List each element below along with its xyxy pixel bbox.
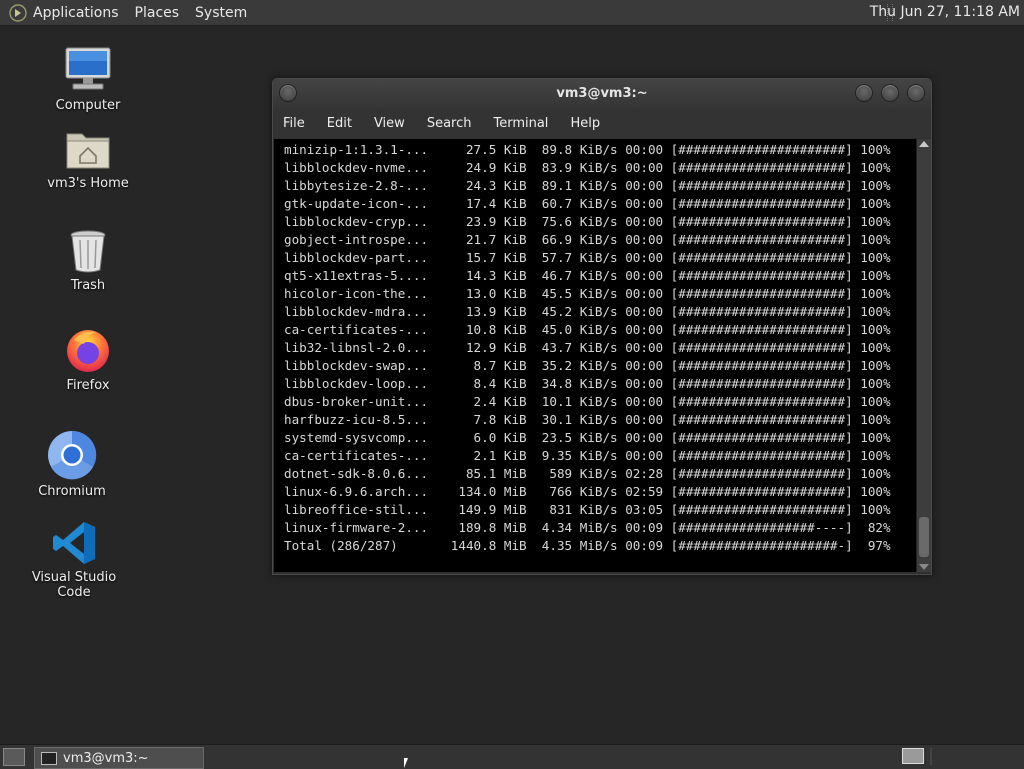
terminal-output[interactable]: minizip-1:1.3.1-... 27.5 KiB 89.8 KiB/s …: [274, 139, 916, 572]
scrollbar[interactable]: [916, 139, 931, 572]
minimize-button[interactable]: [855, 84, 873, 102]
terminal-line: libblockdev-loop... 8.4 KiB 34.8 KiB/s 0…: [284, 376, 891, 391]
menubar: File Edit View Search Terminal Help: [273, 109, 931, 138]
firefox-icon: [67, 330, 109, 372]
taskbar-item-terminal[interactable]: vm3@vm3:~: [34, 747, 204, 769]
titlebar[interactable]: vm3@vm3:~: [273, 79, 931, 109]
scrollbar-thumb[interactable]: [919, 517, 929, 557]
trash-icon: [70, 230, 106, 273]
terminal-line: libreoffice-stil... 149.9 MiB 831 KiB/s …: [284, 502, 891, 517]
maximize-button[interactable]: [881, 84, 899, 102]
desktop-icon-label: Trash: [70, 278, 106, 293]
terminal-line: hicolor-icon-the... 13.0 KiB 45.5 KiB/s …: [284, 286, 891, 301]
terminal-icon: [41, 751, 57, 765]
desktop-icon-label: Visual Studio Code: [31, 570, 117, 600]
desktop-icon-vscode[interactable]: Visual Studio Code: [14, 520, 134, 600]
scroll-up-arrow-icon[interactable]: [919, 141, 929, 147]
chromium-icon: [48, 430, 97, 480]
terminal-text: minizip-1:1.3.1-... 27.5 KiB 89.8 KiB/s …: [284, 141, 891, 555]
terminal-line: libbytesize-2.8-... 24.3 KiB 89.1 KiB/s …: [284, 178, 891, 193]
terminal-line: gobject-introspe... 21.7 KiB 66.9 KiB/s …: [284, 232, 891, 247]
desktop-icon-chromium[interactable]: Chromium: [32, 430, 112, 499]
terminal-line: ca-certificates-... 10.8 KiB 45.0 KiB/s …: [284, 322, 891, 337]
scroll-down-arrow-icon[interactable]: [919, 564, 929, 570]
terminal-line: ca-certificates-... 2.1 KiB 9.35 KiB/s 0…: [284, 448, 891, 463]
terminal-line: dbus-broker-unit... 2.4 KiB 10.1 KiB/s 0…: [284, 394, 891, 409]
desktop-icon-trash[interactable]: Trash: [48, 228, 128, 293]
desktop-icon-label: Computer: [55, 98, 121, 113]
terminal-line: minizip-1:1.3.1-... 27.5 KiB 89.8 KiB/s …: [284, 142, 891, 157]
panel-divider: [930, 748, 932, 765]
terminal-line: linux-firmware-2... 189.8 MiB 4.34 MiB/s…: [284, 520, 891, 535]
terminal-line: gtk-update-icon-... 17.4 KiB 60.7 KiB/s …: [284, 196, 891, 211]
desktop-icon-computer[interactable]: Computer: [48, 44, 128, 113]
menu-help[interactable]: Help: [570, 116, 600, 131]
menu-places[interactable]: Places: [135, 5, 180, 21]
close-button[interactable]: [907, 84, 925, 102]
menu-system[interactable]: System: [195, 5, 247, 21]
bottom-panel: vm3@vm3:~: [0, 744, 1024, 769]
desktop-icon-home[interactable]: vm3's Home: [40, 128, 136, 191]
taskbar-item-label: vm3@vm3:~: [63, 750, 149, 766]
desktop-icon-label: vm3's Home: [47, 176, 129, 191]
terminal-window[interactable]: vm3@vm3:~ File Edit View Search Terminal…: [272, 78, 932, 575]
terminal-line: libblockdev-mdra... 13.9 KiB 45.2 KiB/s …: [284, 304, 891, 319]
terminal-line: libblockdev-cryp... 23.9 KiB 75.6 KiB/s …: [284, 214, 891, 229]
terminal-line: libblockdev-nvme... 24.9 KiB 83.9 KiB/s …: [284, 160, 891, 175]
top-panel: Applications Places System Thu Jun 27, 1…: [0, 0, 1024, 26]
terminal-line: lib32-libnsl-2.0... 12.9 KiB 43.7 KiB/s …: [284, 340, 891, 355]
menu-logo-icon[interactable]: [9, 3, 27, 22]
desktop-icon-label: Firefox: [66, 378, 110, 393]
terminal-line: harfbuzz-icu-8.5... 7.8 KiB 30.1 KiB/s 0…: [284, 412, 891, 427]
terminal-line: libblockdev-part... 15.7 KiB 57.7 KiB/s …: [284, 250, 891, 265]
menu-terminal[interactable]: Terminal: [493, 116, 548, 131]
vscode-icon: [53, 522, 95, 564]
mouse-cursor: [404, 758, 408, 768]
window-title: vm3@vm3:~: [556, 86, 648, 101]
terminal-line: linux-6.9.6.arch... 134.0 MiB 766 KiB/s …: [284, 484, 891, 499]
computer-icon: [65, 47, 111, 90]
terminal-line: libblockdev-swap... 8.7 KiB 35.2 KiB/s 0…: [284, 358, 891, 373]
menu-view[interactable]: View: [374, 116, 405, 131]
workspace-switcher[interactable]: [902, 748, 924, 764]
terminal-line: dotnet-sdk-8.0.6... 85.1 MiB 589 KiB/s 0…: [284, 466, 891, 481]
menu-edit[interactable]: Edit: [327, 116, 352, 131]
desktop-icon-firefox[interactable]: Firefox: [48, 326, 128, 393]
terminal-line: qt5-x11extras-5.... 14.3 KiB 46.7 KiB/s …: [284, 268, 891, 283]
terminal-line: systemd-sysvcomp... 6.0 KiB 23.5 KiB/s 0…: [284, 430, 891, 445]
home-folder-icon: [66, 133, 110, 169]
terminal-line: Total (286/287) 1440.8 MiB 4.35 MiB/s 00…: [284, 538, 891, 553]
menu-applications[interactable]: Applications: [33, 5, 119, 21]
menu-search[interactable]: Search: [427, 116, 472, 131]
show-desktop-icon[interactable]: [3, 748, 25, 766]
menu-file[interactable]: File: [283, 116, 305, 131]
clock[interactable]: Thu Jun 27, 11:18 AM: [870, 4, 1020, 20]
desktop-icon-label: Chromium: [38, 484, 106, 499]
